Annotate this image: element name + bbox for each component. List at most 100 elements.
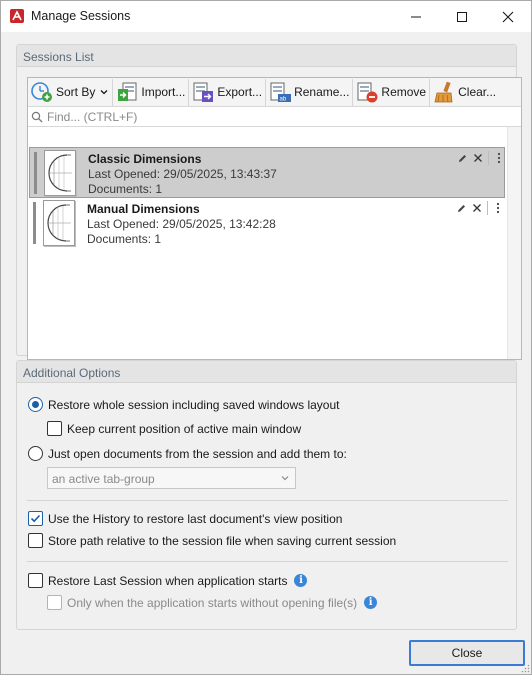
options-divider xyxy=(27,500,508,501)
close-icon xyxy=(473,154,482,162)
session-documents: Documents: 1 xyxy=(87,232,162,246)
keep-position-checkbox[interactable]: Keep current position of active main win… xyxy=(47,421,301,436)
pencil-icon xyxy=(458,154,466,162)
clear-label: Clear... xyxy=(458,85,497,99)
actions-divider xyxy=(487,151,489,165)
edit-session-button[interactable] xyxy=(456,151,468,165)
just-open-label: Just open documents from the session and… xyxy=(48,446,347,461)
import-icon xyxy=(115,80,139,104)
session-more-button[interactable] xyxy=(492,201,504,215)
restore-whole-session-radio[interactable]: Restore whole session including saved wi… xyxy=(28,397,340,412)
info-icon[interactable]: i xyxy=(294,574,308,587)
maximize-button[interactable] xyxy=(439,1,485,32)
session-item-manual-dimensions[interactable]: Manual Dimensions Last Opened: 29/05/202… xyxy=(29,198,505,249)
import-button[interactable]: Import... xyxy=(113,78,190,106)
resize-grip-icon[interactable] xyxy=(521,664,530,673)
minimize-icon xyxy=(411,16,421,17)
session-color-bar xyxy=(33,202,36,244)
close-button-label: Close xyxy=(451,646,483,660)
close-button[interactable]: Close xyxy=(409,640,525,666)
rename-button[interactable]: ab Rename... xyxy=(266,78,354,106)
sessions-scrollbar[interactable] xyxy=(507,127,521,359)
sort-add-icon xyxy=(30,80,54,104)
close-icon xyxy=(502,11,514,22)
broom-icon xyxy=(432,80,456,104)
restore-last-session-checkbox[interactable]: Restore Last Session when application st… xyxy=(28,573,308,588)
sessions-list-title: Sessions List xyxy=(17,45,516,67)
session-meta: Last Opened: 29/05/2025, 13:42:28 Docume… xyxy=(87,217,276,247)
session-last-opened: Last Opened: 29/05/2025, 13:42:28 xyxy=(87,217,276,231)
additional-options-title: Additional Options xyxy=(17,361,516,383)
session-documents: Documents: 1 xyxy=(88,182,163,196)
target-select-value: an active tab-group xyxy=(52,472,155,486)
checkbox-indicator xyxy=(28,573,43,588)
pdf-app-icon xyxy=(10,9,24,23)
checkbox-indicator xyxy=(28,511,43,526)
sort-by-button[interactable]: Sort By xyxy=(28,78,114,106)
session-name: Manual Dimensions xyxy=(87,202,200,216)
chevron-down-icon xyxy=(100,90,108,95)
window-title: Manage Sessions xyxy=(31,9,131,23)
session-color-bar xyxy=(34,152,37,194)
checkmark-icon xyxy=(30,514,41,523)
session-item-classic-dimensions[interactable]: Classic Dimensions Last Opened: 29/05/20… xyxy=(29,147,505,198)
maximize-icon xyxy=(457,11,467,22)
session-last-opened: Last Opened: 29/05/2025, 13:43:37 xyxy=(88,167,277,181)
rename-icon: ab xyxy=(268,80,292,104)
clear-button[interactable]: Clear... xyxy=(430,79,499,106)
radio-indicator xyxy=(28,397,43,412)
search-icon xyxy=(31,111,43,122)
delete-session-button[interactable] xyxy=(471,151,483,165)
session-more-button[interactable] xyxy=(493,151,505,165)
checkbox-indicator xyxy=(47,421,62,436)
just-open-documents-radio[interactable]: Just open documents from the session and… xyxy=(28,446,347,461)
export-button[interactable]: Export... xyxy=(189,78,267,106)
session-thumbnail xyxy=(44,150,76,196)
find-placeholder: Find... (CTRL+F) xyxy=(47,109,138,124)
keep-position-label: Keep current position of active main win… xyxy=(67,421,302,436)
session-actions xyxy=(455,201,507,215)
close-icon xyxy=(472,204,481,212)
use-history-checkbox[interactable]: Use the History to restore last document… xyxy=(28,511,342,526)
session-name: Classic Dimensions xyxy=(88,152,202,166)
svg-text:ab: ab xyxy=(280,97,287,103)
pencil-icon xyxy=(457,204,465,212)
remove-label: Remove xyxy=(381,85,427,99)
restore-last-label: Restore Last Session when application st… xyxy=(48,573,288,588)
edit-session-button[interactable] xyxy=(455,201,467,215)
store-relative-path-checkbox[interactable]: Store path relative to the session file … xyxy=(28,533,396,548)
store-relative-label: Store path relative to the session file … xyxy=(48,533,397,548)
sort-by-label: Sort By xyxy=(56,85,96,99)
more-vertical-icon xyxy=(497,152,500,164)
export-icon xyxy=(191,80,215,104)
sessions-list-panel: Sort By Import... Export... ab Rename...… xyxy=(27,77,522,360)
checkbox-indicator xyxy=(47,595,62,610)
additional-options-group: Additional Options Restore whole session… xyxy=(16,360,517,630)
only-when-label: Only when the application starts without… xyxy=(67,595,358,610)
target-tab-group-select[interactable]: an active tab-group xyxy=(47,467,296,489)
only-when-checkbox[interactable]: Only when the application starts without… xyxy=(47,595,378,610)
radio-indicator xyxy=(28,446,43,461)
restore-whole-label: Restore whole session including saved wi… xyxy=(48,397,340,412)
minimize-button[interactable] xyxy=(393,1,439,32)
session-actions xyxy=(456,151,508,165)
checkbox-indicator xyxy=(28,533,43,548)
import-label: Import... xyxy=(141,85,186,99)
more-vertical-icon xyxy=(496,202,499,214)
title-bar: Manage Sessions xyxy=(1,1,531,32)
delete-session-button[interactable] xyxy=(470,201,482,215)
manage-sessions-dialog: Manage Sessions Sessions List Sort By Im… xyxy=(0,0,532,675)
use-history-label: Use the History to restore last document… xyxy=(48,511,343,526)
session-thumbnail xyxy=(43,200,75,246)
sessions-toolbar: Sort By Import... Export... ab Rename...… xyxy=(28,78,521,107)
close-window-button[interactable] xyxy=(485,1,531,32)
info-icon[interactable]: i xyxy=(364,596,378,609)
actions-divider xyxy=(486,201,488,215)
remove-button[interactable]: Remove xyxy=(353,78,431,106)
find-field[interactable]: Find... (CTRL+F) xyxy=(28,107,521,127)
chevron-down-icon xyxy=(281,476,289,481)
options-divider xyxy=(27,561,508,562)
rename-label: Rename... xyxy=(294,85,350,99)
sessions-list-group: Sessions List Sort By Import... Export..… xyxy=(16,44,522,360)
session-meta: Last Opened: 29/05/2025, 13:43:37 Docume… xyxy=(88,167,277,197)
